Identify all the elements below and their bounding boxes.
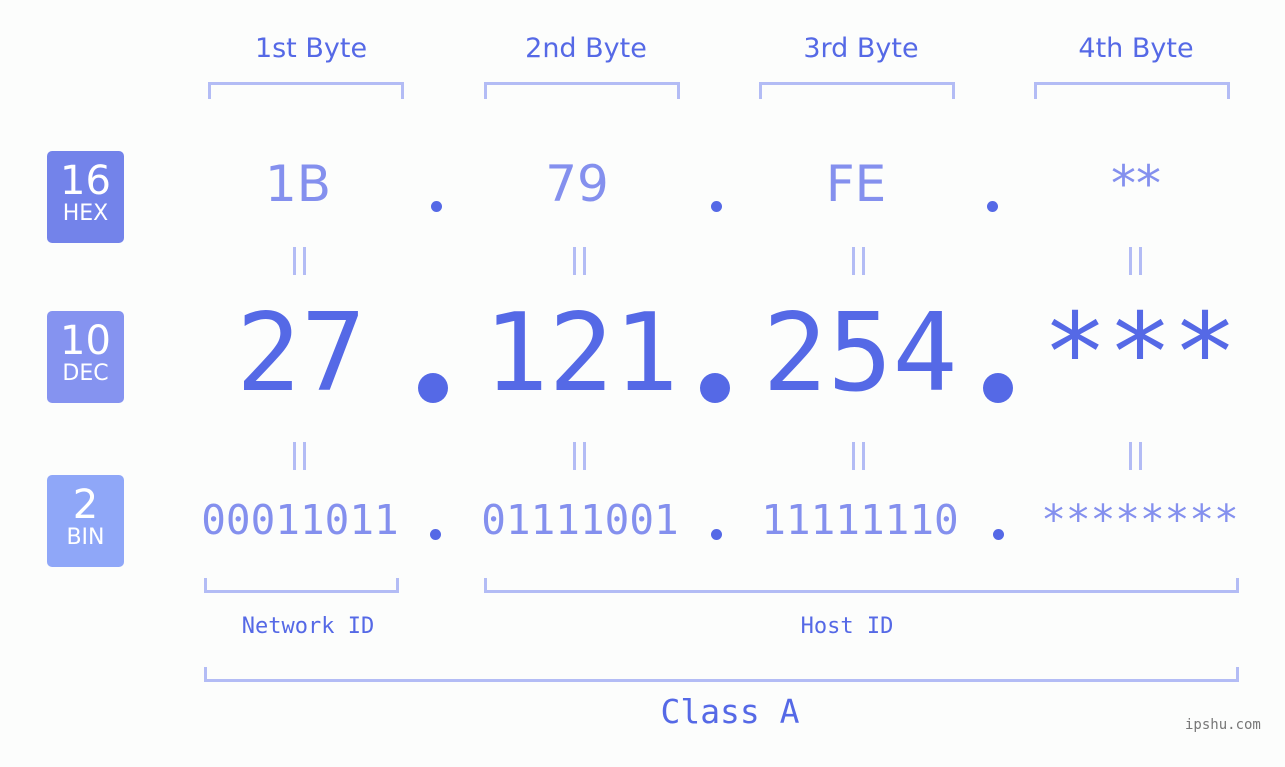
dec-value-4: *** [1042,291,1238,416]
dec-separator-dot [418,373,448,403]
equals-icon [293,442,306,470]
dec-value-1: 27 [235,291,367,416]
bin-value-4: ******** [1041,496,1239,544]
hex-separator-dot [987,201,998,212]
dec-separator-dot [700,373,730,403]
bin-value-2: 01111001 [481,496,679,544]
equals-icon [1129,442,1142,470]
equals-icon [293,247,306,275]
equals-icon [573,247,586,275]
host-id-label: Host ID [800,614,894,639]
equals-icon [852,442,865,470]
hex-badge-number: 16 [60,158,111,204]
dec-separator-dot [983,373,1013,403]
watermark: ipshu.com [1185,717,1261,733]
hex-badge-label: HEX [62,201,109,226]
byte-bracket-1 [208,82,404,99]
byte-header-3: 3rd Byte [803,33,919,64]
equals-icon [1129,247,1142,275]
network-id-label: Network ID [241,614,375,639]
bin-badge: 2 BIN [47,475,124,567]
bin-separator-dot [711,529,722,540]
byte-header-4: 4th Byte [1078,33,1194,64]
bin-value-3: 11111110 [761,496,959,544]
hex-separator-dot [711,201,722,212]
byte-header-1: 1st Byte [254,33,368,64]
network-id-bracket [204,578,399,593]
bin-separator-dot [430,529,441,540]
hex-badge: 16 HEX [47,151,124,243]
byte-bracket-2 [484,82,680,99]
byte-header-2: 2nd Byte [525,33,647,64]
dec-value-3: 254 [762,291,958,416]
equals-icon [852,247,865,275]
byte-bracket-3 [759,82,955,99]
hex-value-1: 1B [264,155,332,213]
hex-value-2: 79 [545,155,609,213]
bin-separator-dot [993,529,1004,540]
hex-separator-dot [431,201,442,212]
class-bracket [204,667,1239,682]
bin-badge-number: 2 [72,482,99,528]
bin-value-1: 00011011 [201,496,399,544]
dec-badge-number: 10 [60,318,111,364]
host-id-bracket [484,578,1239,593]
bin-badge-label: BIN [66,525,105,550]
hex-value-4: ** [1111,155,1161,213]
hex-value-3: FE [825,155,887,213]
class-label: Class A [660,692,800,731]
dec-value-2: 121 [483,291,679,416]
byte-bracket-4 [1034,82,1230,99]
dec-badge: 10 DEC [47,311,124,403]
equals-icon [573,442,586,470]
dec-badge-label: DEC [62,361,109,386]
